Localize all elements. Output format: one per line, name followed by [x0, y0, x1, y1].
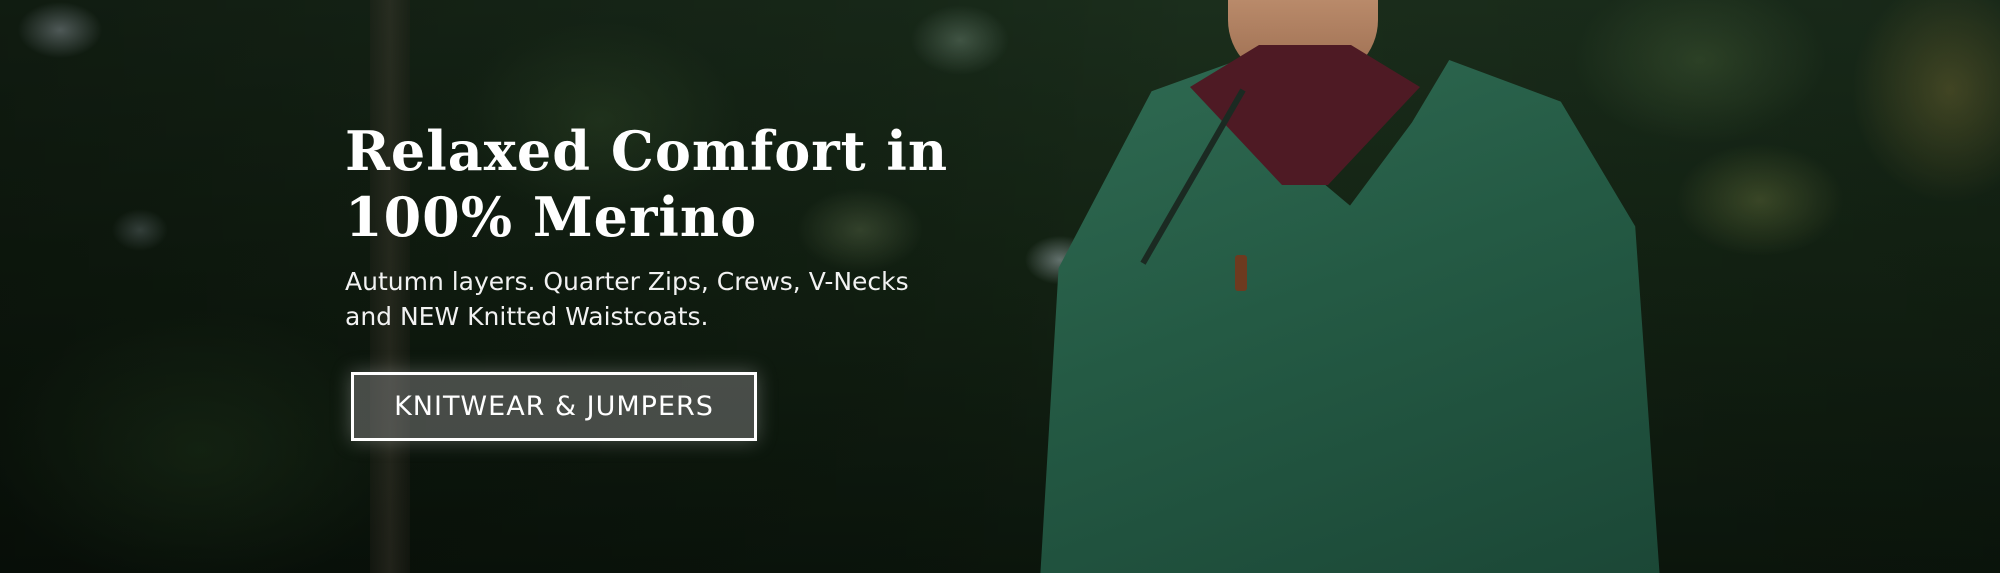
hero-headline: Relaxed Comfort in 100% Merino	[345, 119, 949, 249]
knitwear-jumpers-button[interactable]: KNITWEAR & JUMPERS	[351, 372, 757, 441]
hero-banner: Relaxed Comfort in 100% Merino Autumn la…	[0, 0, 2000, 573]
hero-subheadline: Autumn layers. Quarter Zips, Crews, V-Ne…	[345, 267, 909, 331]
model-image	[1040, 0, 1660, 573]
hero-text-block: Relaxed Comfort in 100% Merino Autumn la…	[345, 118, 1045, 334]
zipper-pull-icon	[1235, 255, 1247, 291]
